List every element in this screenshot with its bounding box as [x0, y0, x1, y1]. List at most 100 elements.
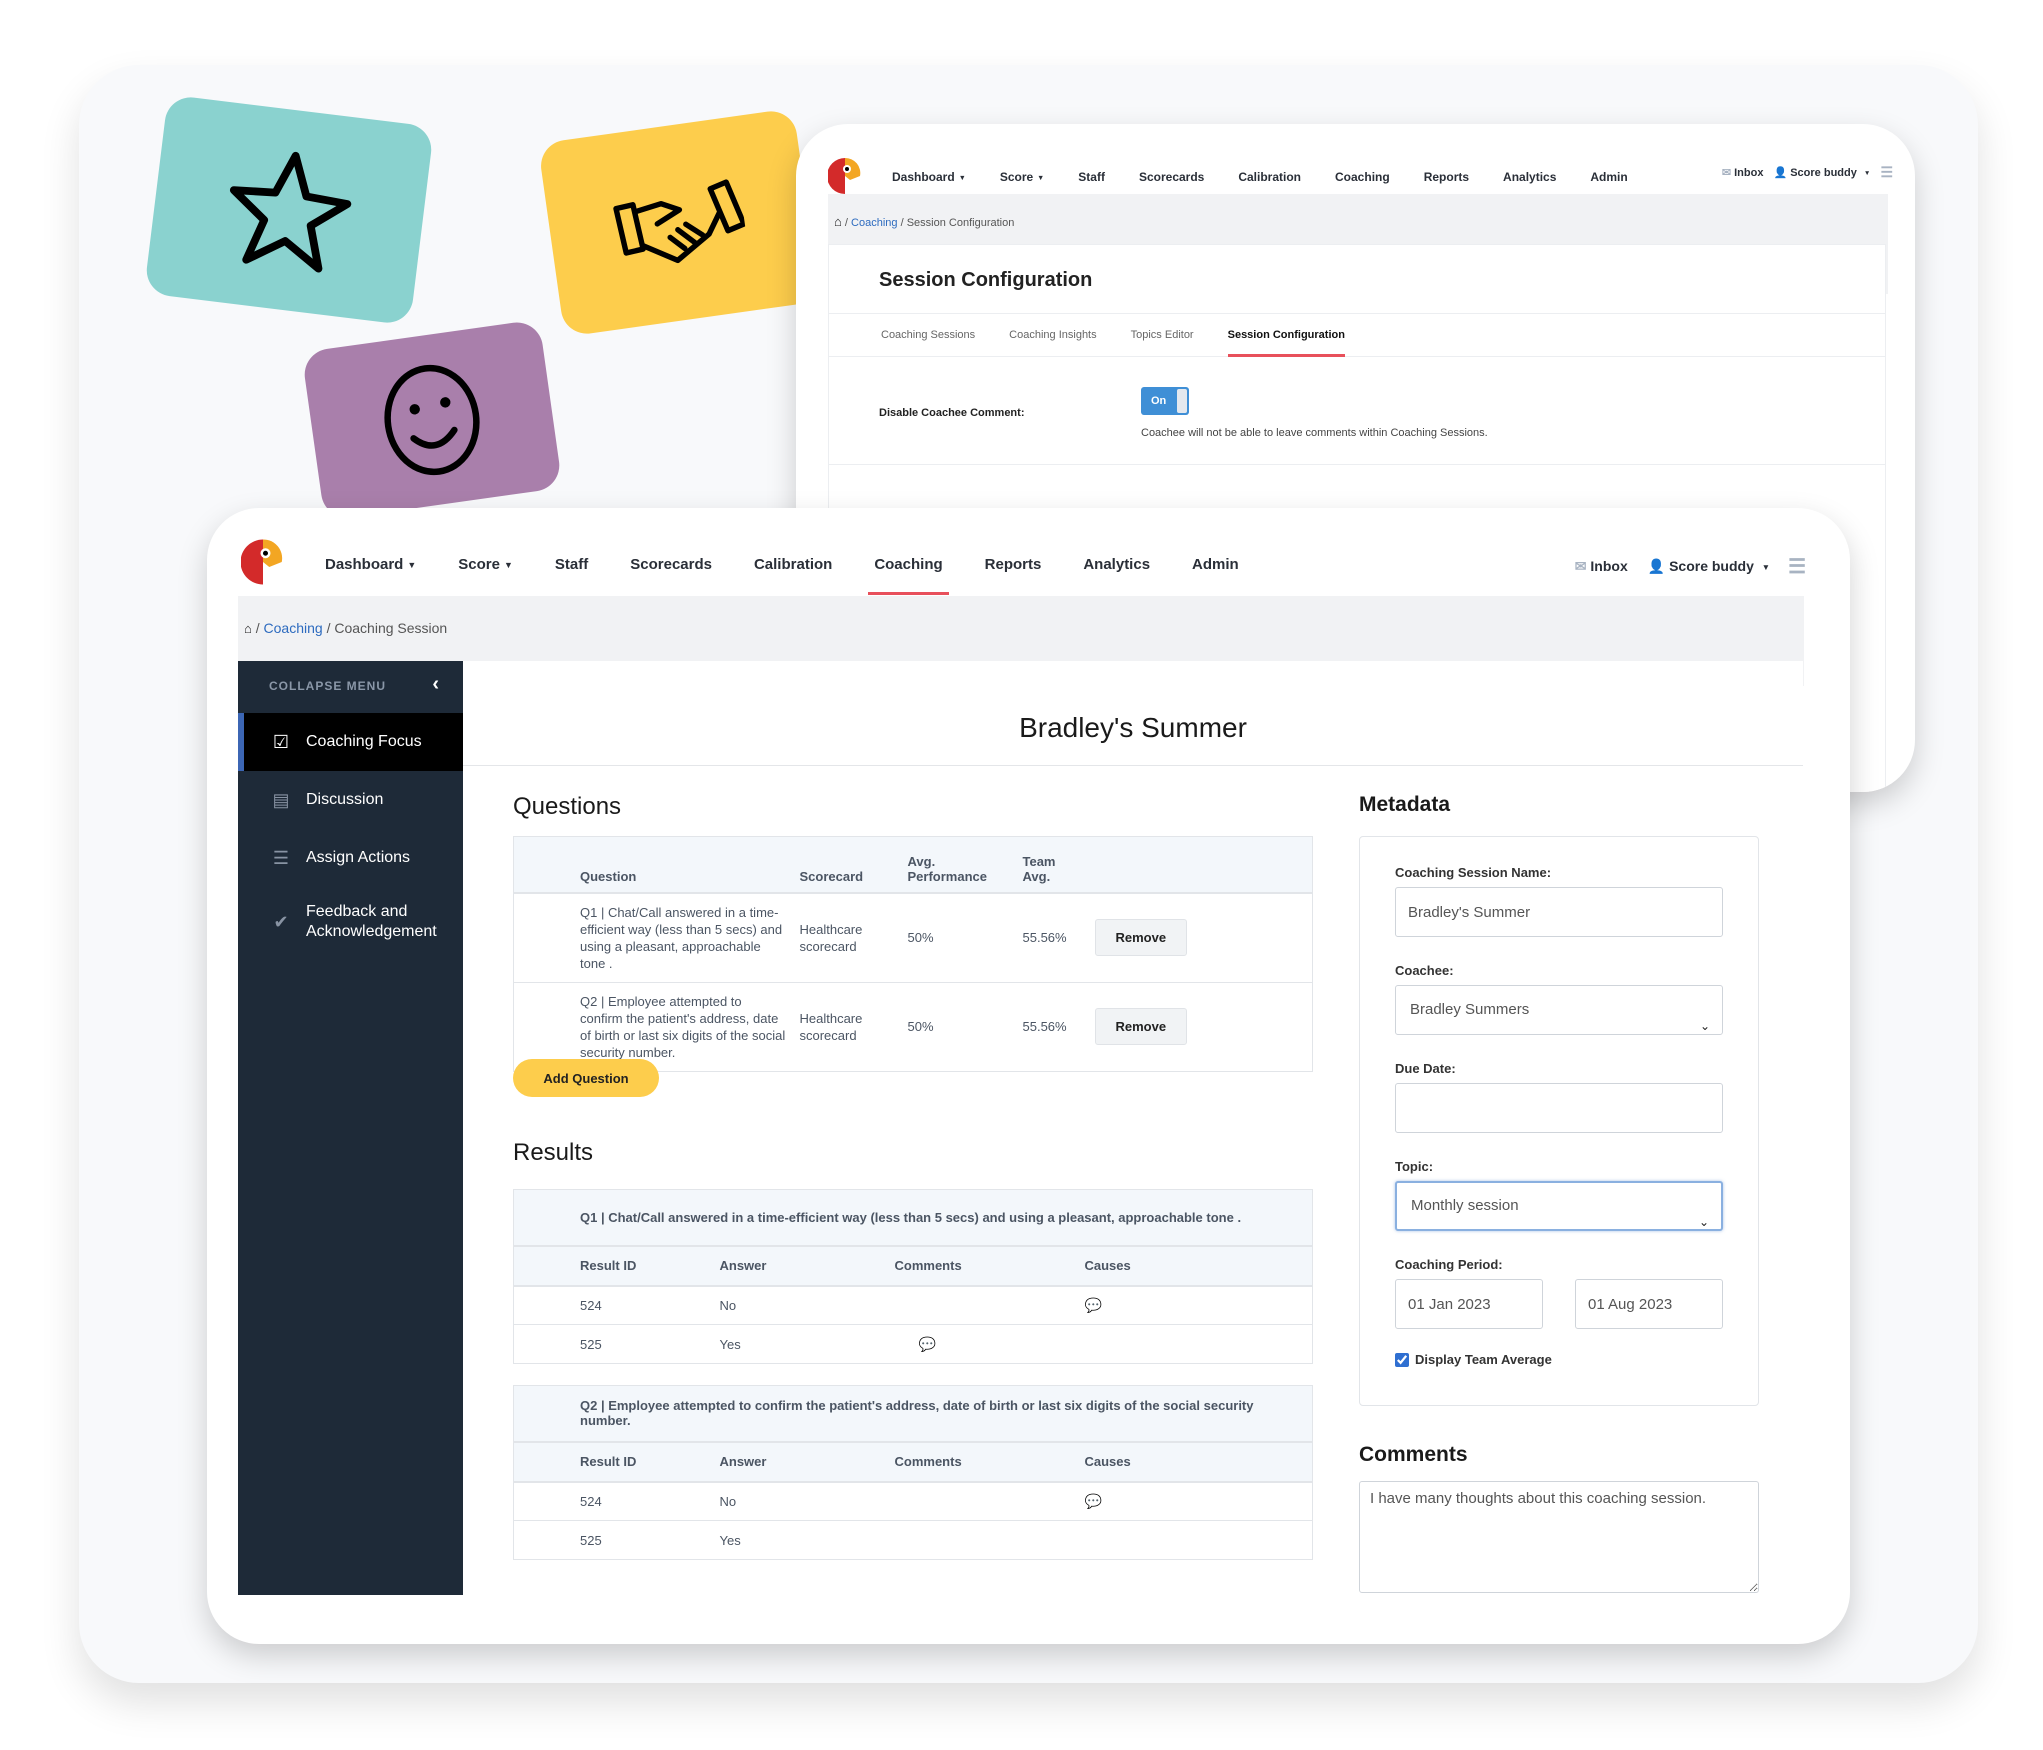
metadata-heading: Metadata — [1359, 793, 1451, 816]
team-average-checkbox[interactable] — [1395, 1352, 1409, 1367]
caret-down-icon: ▼ — [407, 559, 417, 570]
tab-coaching-insights[interactable]: Coaching Insights — [1009, 314, 1096, 356]
check-icon: ✔ — [273, 911, 289, 932]
nav-coaching[interactable]: Coaching — [868, 556, 950, 595]
topic-select[interactable]: Monthly session ⌄ — [1395, 1181, 1723, 1231]
caret-down-icon: ▼ — [503, 559, 513, 570]
inbox-link[interactable]: ✉ Inbox — [1575, 558, 1628, 575]
nav-scorecards[interactable]: Scorecards — [1139, 170, 1204, 184]
results-table-q1: Q1 | Chat/Call answered in a time-effici… — [513, 1189, 1313, 1364]
coachee-select[interactable]: Bradley Summers ⌄ — [1395, 985, 1723, 1035]
smiley-card — [301, 319, 563, 521]
sidebar: COLLAPSE MENU ‹ ☑ Coaching Focus ▤ Discu… — [238, 661, 463, 1595]
collapse-menu-label[interactable]: COLLAPSE MENU — [269, 679, 386, 693]
nav-admin[interactable]: Admin — [1590, 170, 1627, 184]
envelope-icon: ✉ — [1721, 167, 1732, 179]
sidebar-item-assign-actions[interactable]: ☰ Assign Actions — [238, 829, 463, 887]
nav-staff[interactable]: Staff — [1078, 170, 1105, 184]
caret-down-icon: ▼ — [1863, 169, 1871, 177]
logo[interactable] — [240, 537, 285, 591]
breadcrumb-current: Session Configuration — [906, 217, 1015, 229]
sidebar-item-coaching-focus[interactable]: ☑ Coaching Focus — [238, 713, 463, 771]
nav-calibration[interactable]: Calibration — [754, 556, 832, 573]
nav-right: ✉ Inbox 👤 Score buddy ▼ ☰ — [1722, 164, 1893, 181]
comments-textarea[interactable]: I have many thoughts about this coaching… — [1359, 1481, 1759, 1593]
remove-button[interactable]: Remove — [1094, 919, 1188, 956]
nav-scorecards[interactable]: Scorecards — [630, 556, 712, 573]
comment-bubble-icon[interactable]: 💬 — [919, 1336, 936, 1352]
star-card — [143, 94, 435, 326]
breadcrumb: ⌂ / Coaching / Session Configuration — [834, 214, 1015, 229]
table-row: Q2 | Employee attempted to confirm the p… — [513, 982, 1313, 1072]
due-date-input[interactable] — [1395, 1083, 1723, 1133]
nav-admin[interactable]: Admin — [1192, 556, 1239, 573]
display-team-average-checkbox[interactable]: Display Team Average — [1395, 1352, 1552, 1367]
disable-comment-toggle[interactable]: On — [1141, 387, 1189, 415]
star-icon — [229, 151, 352, 273]
col-avg-performance: Avg. Performance — [901, 836, 1017, 894]
nav-calibration[interactable]: Calibration — [1238, 170, 1301, 184]
metadata-panel: Coaching Session Name: Coachee: Bradley … — [1359, 836, 1759, 1406]
home-icon[interactable]: ⌂ — [244, 621, 252, 636]
setting-label: Disable Coachee Comment: — [879, 407, 1025, 419]
clipboard-check-icon: ☑ — [272, 731, 290, 752]
table-row: 524 No 💬 — [513, 1481, 1313, 1521]
top-nav: Dashboard ▼ Score ▼ Staff Scorecards Calibrati… — [240, 537, 1281, 595]
nav-analytics[interactable]: Analytics — [1083, 556, 1150, 573]
envelope-icon: ✉ — [1574, 558, 1587, 574]
comment-bubble-icon[interactable]: 💬 — [1085, 1493, 1102, 1509]
nav-right: ✉ Inbox 👤 Score buddy ▼ ☰ — [1575, 554, 1806, 579]
comment-bubble-icon[interactable]: 💬 — [1085, 1297, 1102, 1313]
caret-down-icon: ▼ — [958, 173, 966, 183]
user-menu[interactable]: 👤 Score buddy ▼ — [1773, 166, 1870, 179]
nav-dashboard[interactable]: Dashboard ▼ — [325, 556, 416, 573]
inbox-link[interactable]: ✉ Inbox — [1722, 166, 1764, 179]
nav-coaching[interactable]: Coaching — [1329, 170, 1396, 202]
result-question: Q1 | Chat/Call answered in a time-effici… — [513, 1189, 1313, 1247]
remove-button[interactable]: Remove — [1094, 1008, 1188, 1045]
table-row: 525 Yes 💬 — [513, 1324, 1313, 1364]
home-icon[interactable]: ⌂ — [834, 214, 842, 229]
nav-dashboard[interactable]: Dashboard ▼ — [892, 170, 966, 184]
chat-icon: ▤ — [272, 789, 290, 810]
nav-analytics[interactable]: Analytics — [1503, 170, 1556, 184]
main-content: Bradley's Summer Questions Question Scor… — [463, 661, 1803, 1595]
breadcrumb-current: Coaching Session — [334, 620, 448, 636]
chevron-down-icon: ⌄ — [1698, 1215, 1709, 1229]
results-heading: Results — [513, 1139, 594, 1166]
period-end-input[interactable] — [1575, 1279, 1723, 1329]
result-question: Q2 | Employee attempted to confirm the p… — [513, 1385, 1313, 1443]
breadcrumb-coaching-link[interactable]: Coaching — [264, 620, 323, 636]
breadcrumb-coaching-link[interactable]: Coaching — [851, 217, 897, 229]
smiley-icon — [384, 364, 480, 476]
sidebar-item-discussion[interactable]: ▤ Discussion — [238, 771, 463, 829]
coaching-session-window: Dashboard ▼ Score ▼ Staff Scorecards Calibrati… — [207, 508, 1850, 1644]
nav-score[interactable]: Score ▼ — [1000, 170, 1044, 184]
tab-session-configuration[interactable]: Session Configuration — [1227, 314, 1346, 357]
nav-score[interactable]: Score ▼ — [458, 556, 513, 573]
sidebar-item-feedback[interactable]: ✔ Feedback and Acknowledgement — [238, 887, 463, 957]
questions-table: Question Scorecard Avg. Performance Team… — [513, 836, 1313, 1072]
col-team-avg: Team Avg. — [1016, 836, 1089, 894]
add-question-button[interactable]: Add Question — [513, 1059, 659, 1097]
nav-reports[interactable]: Reports — [1424, 170, 1469, 184]
table-row: 524 No 💬 — [513, 1285, 1313, 1325]
table-row: Q1 | Chat/Call answered in a time-effici… — [513, 892, 1313, 983]
chevron-down-icon: ⌄ — [1699, 1019, 1710, 1033]
chevron-left-icon[interactable]: ‹ — [432, 673, 439, 696]
list-menu-icon[interactable]: ☰ — [1788, 554, 1806, 579]
handshake-card — [537, 107, 821, 338]
nav-reports[interactable]: Reports — [985, 556, 1042, 573]
questions-heading: Questions — [513, 793, 622, 820]
tab-coaching-sessions[interactable]: Coaching Sessions — [881, 314, 975, 356]
breadcrumb: ⌂ / Coaching / Coaching Session — [244, 620, 448, 636]
list-menu-icon[interactable]: ☰ — [1880, 164, 1893, 181]
tab-topics-editor[interactable]: Topics Editor — [1131, 314, 1194, 356]
session-name-input[interactable] — [1395, 887, 1723, 937]
user-menu[interactable]: 👤 Score buddy ▼ — [1648, 558, 1770, 575]
handshake-icon — [613, 178, 747, 263]
logo[interactable] — [827, 156, 862, 199]
user-icon: 👤 — [1773, 167, 1788, 179]
period-start-input[interactable] — [1395, 1279, 1543, 1329]
nav-staff[interactable]: Staff — [555, 556, 588, 573]
